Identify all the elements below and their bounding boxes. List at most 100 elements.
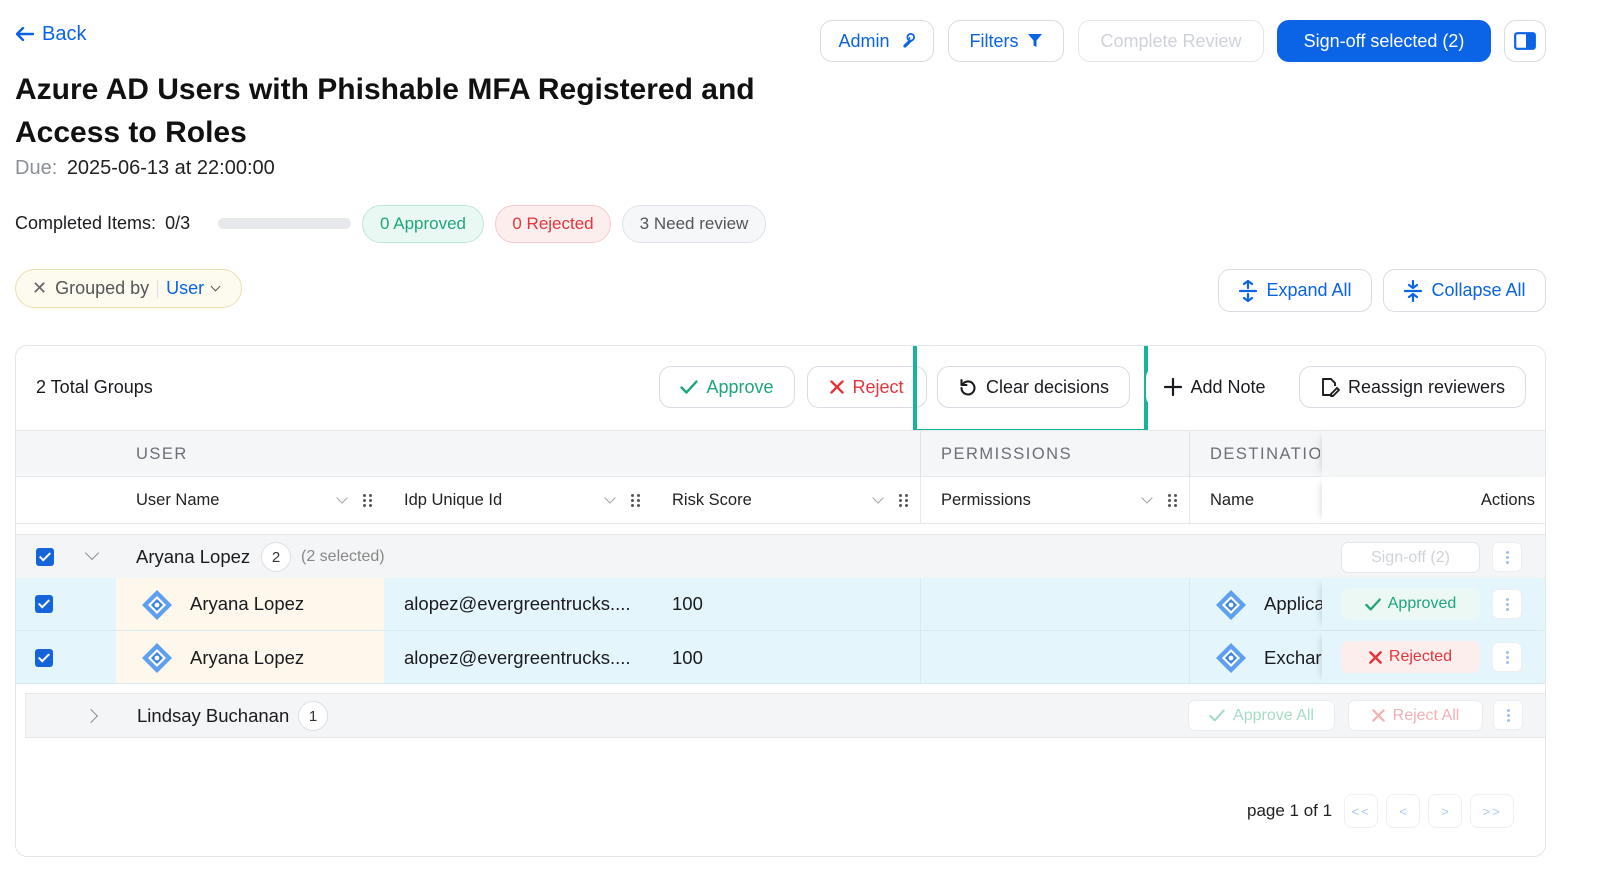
column-group-user: USER (136, 445, 188, 463)
arrow-left-icon (16, 27, 34, 41)
user-cell: Aryana Lopez (116, 631, 384, 683)
row-more-icon[interactable] (1492, 642, 1522, 672)
column-risk-score[interactable]: Risk Score (672, 491, 752, 510)
approved-status-label: Approved (1387, 595, 1457, 612)
column-group-permissions: PERMISSIONS (941, 445, 1073, 463)
group-row-aryana-lopez[interactable]: Aryana Lopez 2 (2 selected) Sign-off (2) (16, 534, 1545, 579)
reject-all-button[interactable]: Reject All (1348, 700, 1483, 731)
approved-count-badge[interactable]: 0 Approved (362, 205, 484, 243)
azure-ad-icon (142, 643, 172, 673)
need-review-count-label: 3 Need review (639, 214, 749, 233)
back-label: Back (42, 22, 87, 45)
next-page-button[interactable]: > (1428, 794, 1463, 828)
admin-button[interactable]: Admin (820, 20, 934, 62)
need-review-count-badge[interactable]: 3 Need review (622, 205, 766, 243)
chevron-down-icon[interactable] (84, 545, 100, 561)
row-checkbox[interactable] (35, 595, 53, 613)
complete-review-button[interactable]: Complete Review (1078, 20, 1264, 62)
approve-all-button[interactable]: Approve All (1188, 700, 1335, 731)
due-value: 2025-06-13 at 22:00:00 (66, 157, 275, 179)
completed-items: Completed Items: 0/3 (15, 213, 190, 234)
reassign-reviewers-button[interactable]: Reassign reviewers (1299, 366, 1526, 408)
page-title: Azure AD Users with Phishable MFA Regist… (15, 68, 755, 154)
row-checkbox[interactable] (35, 649, 53, 667)
signoff-selected-button[interactable]: Sign-off selected (2) (1277, 20, 1491, 62)
wrench-icon (902, 32, 915, 48)
table-row[interactable]: Aryana Lopez alopez@evergreentrucks.... … (16, 631, 1545, 684)
azure-ad-icon (142, 590, 172, 620)
idp-id: alopez@evergreentrucks.... (404, 647, 631, 668)
column-divider (920, 431, 921, 478)
plus-icon (1164, 378, 1183, 396)
drag-handle-icon[interactable] (1168, 494, 1178, 508)
rejected-status-label: Rejected (1388, 648, 1453, 665)
group-name: Lindsay Buchanan (137, 705, 290, 726)
group-count-badge: 2 (261, 542, 291, 572)
column-divider (1189, 631, 1190, 684)
review-table-card: 2 Total Groups Approve Reject Clear deci… (15, 345, 1546, 857)
last-page-button[interactable]: >> (1470, 794, 1515, 828)
group-more-icon[interactable] (1493, 700, 1523, 730)
column-user-name[interactable]: User Name (136, 491, 219, 510)
check-icon (680, 380, 699, 394)
reject-button[interactable]: Reject (807, 366, 927, 408)
actions-cell: Rejected (1322, 631, 1545, 683)
remove-grouping-icon[interactable]: ✕ (32, 278, 47, 299)
column-divider (920, 631, 921, 684)
group-checkbox[interactable] (36, 548, 54, 566)
filter-icon (1027, 34, 1042, 47)
column-divider (1189, 431, 1190, 478)
reject-all-label: Reject All (1392, 706, 1460, 724)
rejected-status[interactable]: Rejected (1341, 641, 1480, 673)
group-name: Aryana Lopez (136, 546, 251, 567)
completed-value: 0/3 (165, 213, 191, 233)
drag-handle-icon[interactable] (899, 494, 909, 508)
collapse-all-button[interactable]: Collapse All (1383, 269, 1546, 312)
pagination: page 1 of 1 << < > >> (1247, 794, 1515, 828)
toggle-panel-button[interactable] (1504, 20, 1546, 62)
azure-ad-icon (1216, 590, 1246, 620)
add-note-button[interactable]: Add Note (1146, 366, 1284, 408)
group-signoff-label: Sign-off (2) (1371, 548, 1450, 566)
expand-all-button[interactable]: Expand All (1218, 269, 1372, 312)
x-icon (1369, 650, 1382, 664)
column-divider (1189, 477, 1190, 524)
user-name: Aryana Lopez (190, 647, 305, 668)
risk-score: 100 (672, 647, 703, 668)
table-row[interactable]: Aryana Lopez alopez@evergreentrucks.... … (16, 578, 1545, 631)
edit-document-icon (1322, 378, 1340, 397)
grouped-by-chip[interactable]: ✕ Grouped by User (15, 269, 242, 308)
row-more-icon[interactable] (1492, 589, 1522, 619)
page-title-line1: Azure AD Users with Phishable MFA Regist… (15, 73, 755, 106)
group-field-label[interactable]: User (166, 278, 204, 299)
chevron-down-icon[interactable] (872, 492, 884, 504)
approve-all-label: Approve All (1233, 706, 1314, 724)
column-idp-unique-id[interactable]: Idp Unique Id (404, 491, 502, 510)
approve-button[interactable]: Approve (659, 366, 795, 408)
signoff-selected-label: Sign-off selected (2) (1303, 30, 1465, 51)
group-row-lindsay-buchanan[interactable]: Lindsay Buchanan 1 Approve All Reject Al… (25, 693, 1545, 738)
add-note-label: Add Note (1190, 376, 1266, 397)
filters-button[interactable]: Filters (948, 20, 1064, 62)
chevron-down-icon[interactable] (604, 492, 616, 504)
prev-page-button[interactable]: < (1386, 794, 1421, 828)
idp-id: alopez@evergreentrucks.... (404, 593, 631, 614)
approved-count-label: 0 Approved (379, 214, 466, 233)
approved-status[interactable]: Approved (1341, 588, 1480, 620)
column-name[interactable]: Name (1210, 491, 1254, 510)
total-groups: 2 Total Groups (36, 377, 153, 397)
group-more-icon[interactable] (1492, 542, 1522, 572)
highlight-box (913, 346, 1148, 433)
chevron-down-icon (210, 281, 221, 292)
group-signoff-button[interactable]: Sign-off (2) (1341, 542, 1480, 573)
drag-handle-icon[interactable] (631, 494, 641, 508)
rejected-count-badge[interactable]: 0 Rejected (495, 205, 611, 243)
back-link[interactable]: Back (16, 20, 86, 48)
chevron-down-icon[interactable] (336, 492, 348, 504)
chevron-down-icon[interactable] (1141, 492, 1153, 504)
drag-handle-icon[interactable] (363, 494, 373, 508)
first-page-button[interactable]: << (1344, 794, 1379, 828)
chevron-right-icon[interactable] (83, 708, 99, 724)
destination-name: Exchar (1264, 647, 1322, 668)
column-permissions[interactable]: Permissions (941, 491, 1031, 510)
